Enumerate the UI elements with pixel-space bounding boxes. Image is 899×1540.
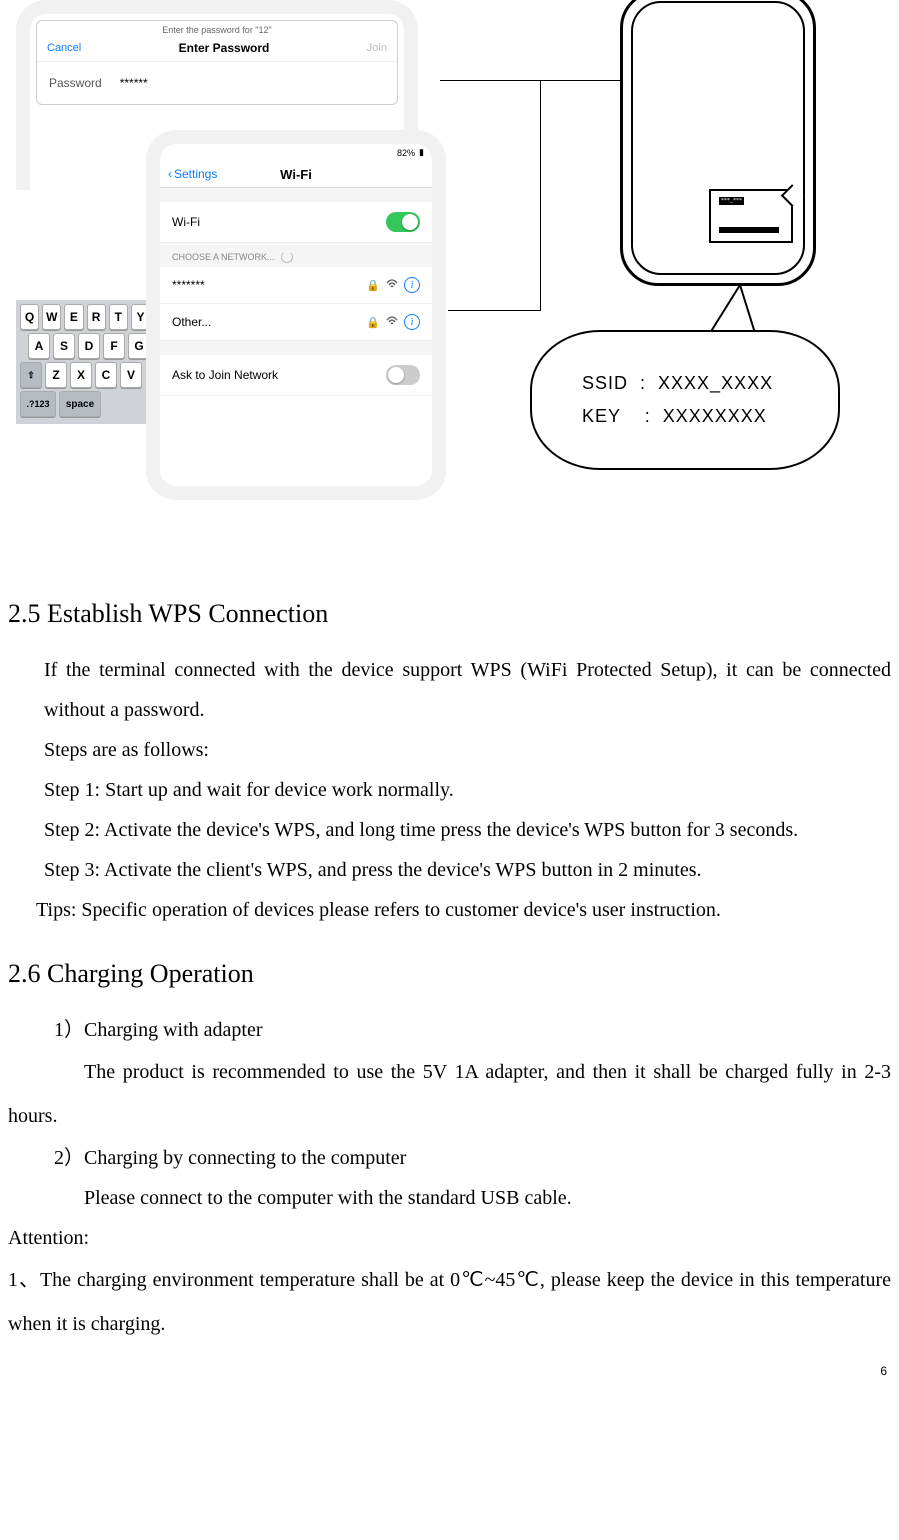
item-2-6-2: 2）Charging by connecting to the computer [8, 1138, 891, 1178]
spinner-icon [281, 251, 293, 263]
chevron-left-icon: ‹ [168, 167, 172, 181]
connector-line [540, 80, 541, 311]
ssid-key-bubble: SSID : XXXX_XXXX KEY : XXXXXXXX [530, 330, 840, 470]
key-d[interactable]: D [78, 333, 100, 359]
wifi-toggle[interactable] [386, 212, 420, 232]
key-q[interactable]: Q [20, 304, 39, 330]
dialog-title: Enter Password [179, 41, 270, 55]
connector-line [448, 310, 540, 311]
attention-1: 1、The charging environment temperature s… [8, 1258, 891, 1346]
key-r[interactable]: R [87, 304, 106, 330]
p-2-5-tips: Tips: Specific operation of devices plea… [8, 890, 891, 930]
attention-label: Attention: [8, 1218, 891, 1258]
key-shift[interactable]: ⇧ [20, 362, 42, 388]
section-label: CHOOSE A NETWORK... [172, 252, 275, 262]
p-2-5-5: Step 3: Activate the client's WPS, and p… [8, 850, 891, 890]
connector-line [440, 80, 620, 81]
heading-2-5: 2.5 Establish WPS Connection [8, 588, 891, 640]
sim-card-icon: ***_*** [709, 189, 793, 243]
device-outline: ***_*** [620, 0, 816, 286]
key-v[interactable]: V [120, 362, 142, 388]
ssid-label: SSID [582, 373, 628, 393]
key-numbers[interactable]: .?123 [20, 391, 56, 417]
page-number: 6 [880, 1364, 887, 1378]
back-button[interactable]: ‹ Settings [168, 167, 217, 181]
key-z[interactable]: Z [45, 362, 67, 388]
key-f[interactable]: F [103, 333, 125, 359]
lock-icon: 🔒 [366, 316, 380, 329]
back-label: Settings [174, 167, 217, 181]
other-label: Other... [172, 315, 211, 329]
other-row[interactable]: Other... 🔒 i [160, 304, 432, 341]
battery-icon: ▮ [419, 147, 424, 158]
wifi-icon [386, 279, 398, 292]
info-icon[interactable]: i [404, 277, 420, 293]
ssid-value: XXXX_XXXX [658, 373, 773, 393]
phone-wifi-settings: 82% ▮ ‹ Settings Wi-Fi Wi-Fi CHOOSE A NE… [146, 130, 446, 500]
key-w[interactable]: W [42, 304, 61, 330]
ask-toggle[interactable] [386, 365, 420, 385]
key-a[interactable]: A [28, 333, 50, 359]
cancel-button[interactable]: Cancel [47, 42, 81, 54]
item-2-6-2-body: Please connect to the computer with the … [8, 1178, 891, 1218]
p-2-5-3: Step 1: Start up and wait for device wor… [8, 770, 891, 810]
network-row[interactable]: ******* 🔒 i [160, 267, 432, 304]
lock-icon: 🔒 [366, 279, 380, 292]
password-label: Password [49, 76, 102, 90]
p-2-5-4: Step 2: Activate the device's WPS, and l… [8, 810, 891, 850]
key-value: XXXXXXXX [663, 406, 767, 426]
key-e[interactable]: E [64, 304, 83, 330]
dialog-hint: Enter the password for "12" [37, 21, 397, 35]
item-2-6-1: 1）Charging with adapter [8, 1010, 891, 1050]
info-icon[interactable]: i [404, 314, 420, 330]
network-name: ******* [172, 278, 205, 292]
key-t[interactable]: T [109, 304, 128, 330]
item-2-6-1-body: The product is recommended to use the 5V… [8, 1061, 891, 1127]
ask-to-join-row: Ask to Join Network [160, 355, 432, 396]
battery-percent: 82% [397, 148, 415, 158]
figure-area: Enter the password for "12" Cancel Enter… [0, 0, 899, 520]
p-2-5-1: If the terminal connected with the devic… [8, 650, 891, 730]
key-s[interactable]: S [53, 333, 75, 359]
key-c[interactable]: C [95, 362, 117, 388]
document-body: 2.5 Establish WPS Connection If the term… [0, 520, 899, 1346]
password-value[interactable]: ****** [120, 76, 148, 90]
keyboard[interactable]: Q W E R T Y A S D F G ⇧ Z X C V [16, 300, 154, 424]
heading-2-6: 2.6 Charging Operation [8, 948, 891, 1000]
key-space[interactable]: space [59, 391, 101, 417]
wifi-row-label: Wi-Fi [172, 215, 200, 229]
key-x[interactable]: X [70, 362, 92, 388]
join-button[interactable]: Join [367, 42, 387, 54]
key-label: KEY [582, 406, 621, 426]
p-2-5-2: Steps are as follows: [8, 730, 891, 770]
wifi-icon [386, 316, 398, 329]
wifi-toggle-row: Wi-Fi [160, 202, 432, 243]
ask-label: Ask to Join Network [172, 368, 278, 382]
